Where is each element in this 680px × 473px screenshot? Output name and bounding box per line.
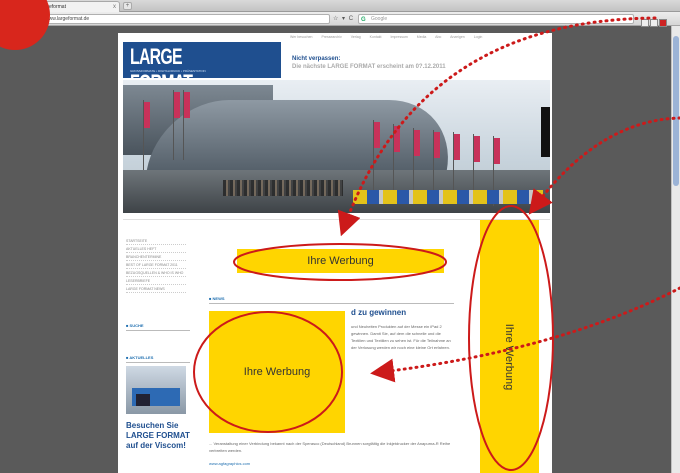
page-scrollbar[interactable] [671, 26, 680, 473]
search-divider [126, 330, 190, 331]
download-icon[interactable] [650, 19, 658, 27]
leftnav-item[interactable]: STARTSEITE [126, 237, 186, 245]
web-page: Wer besuchen Pressearchiv Verlag Kontakt… [118, 33, 552, 473]
toolbar-icons [640, 14, 680, 27]
leftnav-item[interactable]: AKTUELLES HEFT [126, 245, 186, 253]
viscom-booth-photo[interactable] [126, 366, 186, 414]
scrollbar-thumb[interactable] [673, 36, 679, 186]
topnav-item[interactable]: Impressum [391, 35, 408, 39]
ad-banner-slot[interactable]: Ihre Werbung [237, 249, 444, 273]
news-divider [209, 303, 454, 304]
ad-rectangle-slot[interactable]: Ihre Werbung [209, 311, 345, 433]
viscom-headline[interactable]: Besuchen Sie LARGE FORMAT auf der Viscom… [126, 421, 190, 451]
close-icon[interactable]: x [113, 2, 116, 12]
hero-image-trade-fair [123, 80, 550, 213]
leftnav-item[interactable]: LESERBRIEFE [126, 277, 186, 285]
news-section-heading: ■ NEWS [209, 296, 225, 301]
google-icon: G [361, 17, 366, 23]
reload-bookmark-buttons[interactable]: ☆ ▾ C [333, 15, 354, 22]
leftnav-item[interactable]: BRANCHENTERMINE [126, 253, 186, 261]
ad-skyscraper-label: Ihre Werbung [503, 323, 516, 390]
search-section-heading: ■ SUCHE [126, 323, 144, 328]
address-bar[interactable]: www.largeformat.de [34, 14, 330, 24]
leftnav-item[interactable]: BEZUGSQUELLEN & WHO IS WHO [126, 269, 186, 277]
tab-bar: Largeformat x + [0, 0, 680, 12]
hero-side-tab[interactable] [541, 107, 550, 157]
arrow-to-skyscraper [528, 116, 680, 215]
topnav-item[interactable]: Login [474, 35, 483, 39]
leftnav-item[interactable]: BEST OF LARGE FORMAT 2011 [126, 261, 186, 269]
ad-skyscraper-slot[interactable]: Ihre Werbung [480, 220, 539, 473]
topnav-item[interactable]: Verlag [351, 35, 361, 39]
topnav-item[interactable]: Anzeigen [450, 35, 465, 39]
article-body: und Neuheiten Produkten auf der Messe ei… [351, 324, 451, 350]
home-icon[interactable] [641, 19, 649, 27]
browser-window: Largeformat x + www.largeformat.de ☆ ▾ C… [0, 0, 680, 473]
left-navigation: STARTSEITE AKTUELLES HEFT BRANCHENTERMIN… [126, 237, 186, 293]
leftnav-item[interactable]: LARGE FORMAT NEWS [126, 285, 186, 293]
aktuelles-section-heading: ■ AKTUELLES [126, 355, 154, 360]
corner-badge: ne [0, 0, 50, 50]
article-link[interactable]: www.agfagraphics.com [209, 461, 250, 466]
topnav-item[interactable]: Wer besuchen [290, 35, 313, 39]
new-tab-button[interactable]: + [123, 2, 132, 10]
search-placeholder: Google [371, 16, 388, 22]
notice-heading: Nicht verpassen: [292, 56, 341, 62]
logo-subtitle: GROSSFORMATE • DIGITALDRUCK • PRÄSENTATI… [130, 69, 206, 73]
notice-text: Die nächste LARGE FORMAT erscheint am 0?… [292, 64, 446, 70]
topnav-item[interactable]: Abo [435, 35, 441, 39]
article-heading[interactable]: d zu gewinnen [351, 308, 406, 317]
address-bar-url: www.largeformat.de [45, 16, 90, 22]
aktuelles-divider [126, 362, 190, 363]
topnav-item[interactable]: Kontakt [370, 35, 382, 39]
site-logo[interactable]: LARGE FORMAT GROSSFORMATE • DIGITALDRUCK… [123, 42, 281, 95]
site-top-navigation: Wer besuchen Pressearchiv Verlag Kontakt… [290, 35, 548, 41]
search-input[interactable]: G Google [358, 14, 634, 24]
addon-icon[interactable] [659, 19, 667, 27]
topnav-item[interactable]: Pressearchiv [322, 35, 342, 39]
article-footer-text: ... Veranstaltung einer Verbindung bekan… [209, 441, 451, 453]
navigation-toolbar: www.largeformat.de ☆ ▾ C G Google [0, 12, 680, 27]
topnav-item[interactable]: Media [417, 35, 427, 39]
